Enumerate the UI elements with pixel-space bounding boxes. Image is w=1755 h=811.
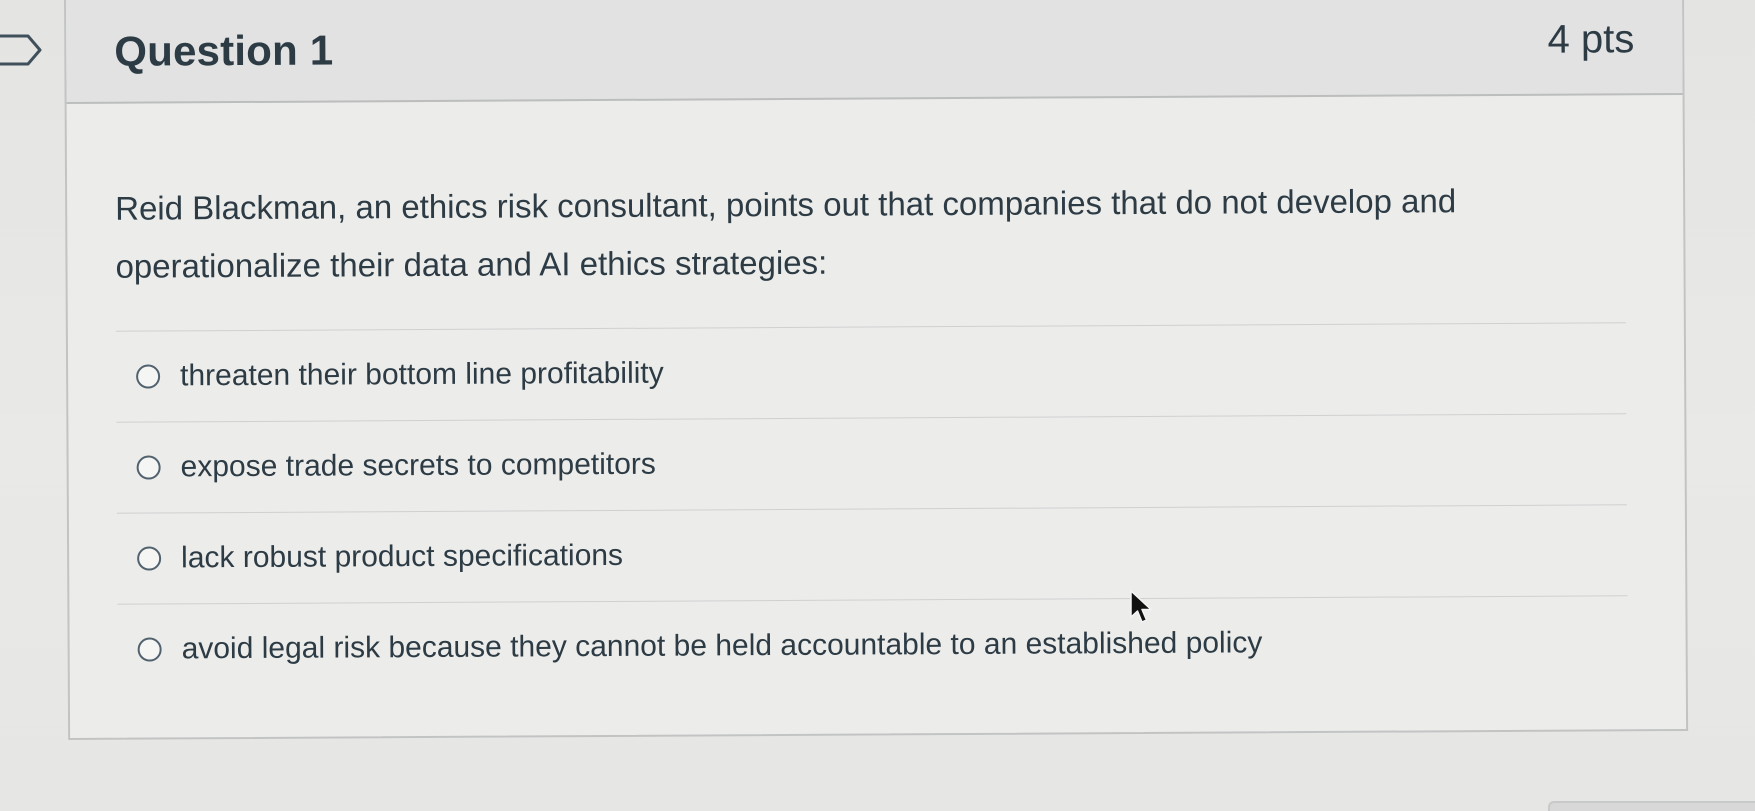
answer-label[interactable]: lack robust product specifications: [181, 539, 623, 575]
answer-label[interactable]: avoid legal risk because they cannot be …: [182, 626, 1263, 666]
question-title: Question 1: [114, 26, 334, 75]
answer-option-3[interactable]: lack robust product specifications: [116, 504, 1628, 604]
question-text: Reid Blackman, an ethics risk consultant…: [115, 182, 1457, 285]
flag-question-icon[interactable]: [0, 33, 44, 67]
mouse-pointer-icon: [1130, 590, 1152, 623]
radio-button-icon[interactable]: [136, 364, 161, 389]
answer-option-1[interactable]: threaten their bottom line profitability: [115, 322, 1627, 422]
radio-button-icon[interactable]: [137, 637, 162, 662]
answer-list: threaten their bottom line profitability…: [115, 322, 1628, 695]
answer-option-2[interactable]: expose trade secrets to competitors: [116, 413, 1627, 513]
question-card: Question 1 4 pts Reid Blackman, an ethic…: [64, 0, 1689, 740]
question-header: Question 1 4 pts: [66, 0, 1683, 104]
answer-label[interactable]: expose trade secrets to competitors: [181, 448, 656, 485]
answer-label[interactable]: threaten their bottom line profitability: [180, 357, 664, 394]
radio-button-icon[interactable]: [137, 546, 162, 571]
answer-option-4[interactable]: avoid legal risk because they cannot be …: [117, 595, 1628, 695]
question-points: 4 pts: [1547, 17, 1635, 62]
radio-button-icon[interactable]: [136, 455, 161, 480]
next-panel-edge: [1548, 801, 1755, 811]
